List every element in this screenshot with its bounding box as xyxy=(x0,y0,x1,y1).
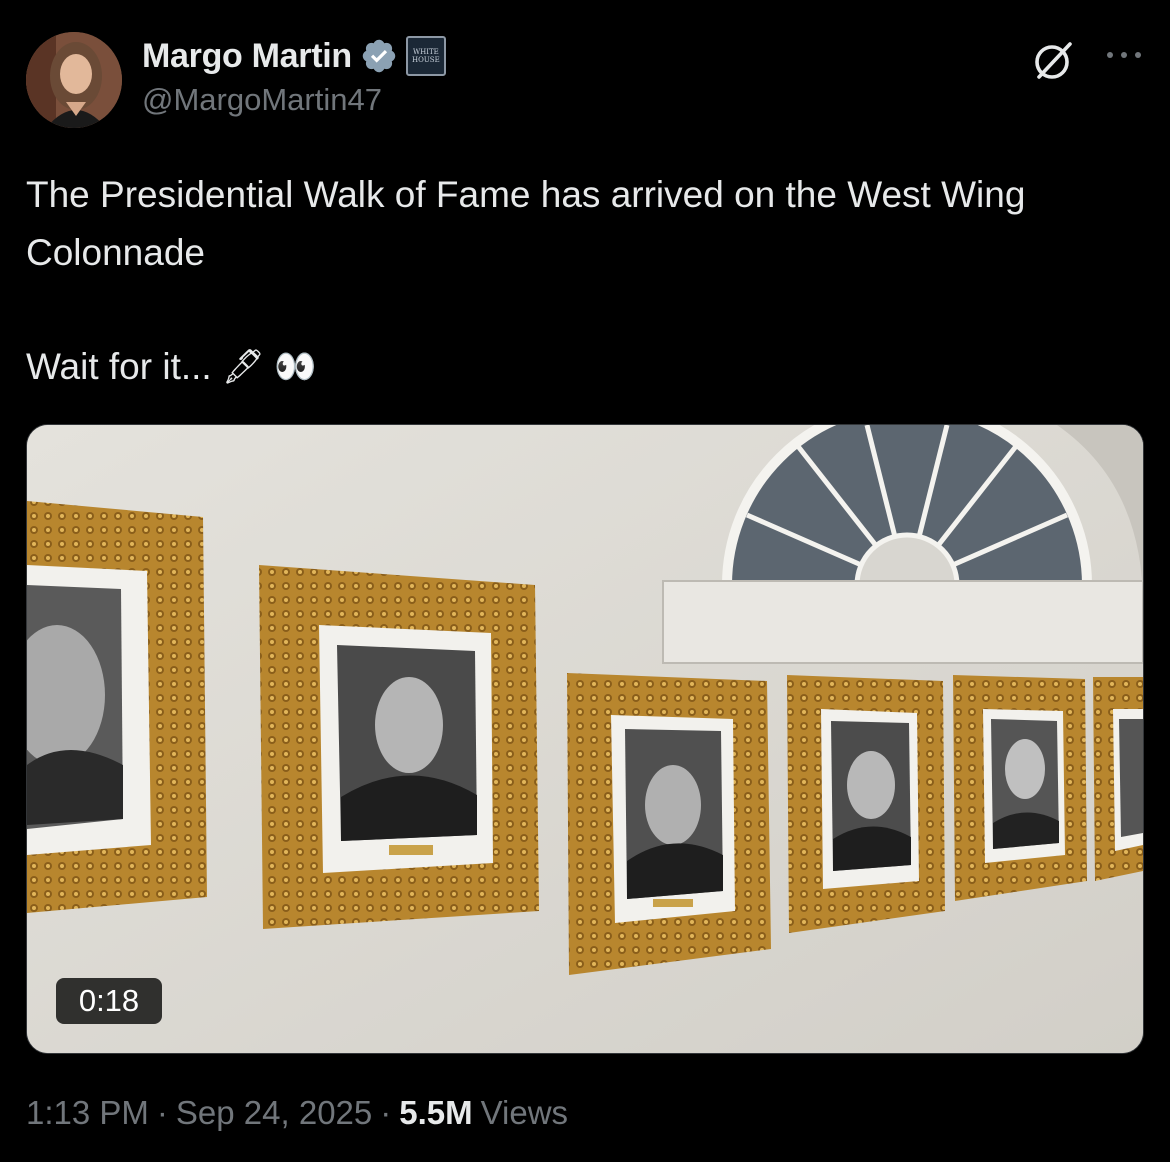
tweet-meta: 1:13 PM · Sep 24, 2025 · 5.5M Views xyxy=(26,1094,568,1132)
affiliation-badge[interactable]: WHITE HOUSE xyxy=(405,36,446,76)
meta-separator: · xyxy=(380,1094,392,1131)
portrait-frame-1 xyxy=(27,501,207,913)
tweet-text: The Presidential Walk of Fame has arrive… xyxy=(26,174,1036,273)
portrait-frame-3 xyxy=(567,673,771,975)
tweet-text-line2: Wait for it... 🖋 👀 xyxy=(26,338,1136,396)
tweet-date[interactable]: Sep 24, 2025 xyxy=(176,1094,372,1132)
affiliation-badge-label: WHITE HOUSE xyxy=(412,48,440,64)
portrait-frame-5 xyxy=(953,675,1087,901)
tweet-emoji: 🖋 👀 xyxy=(221,348,317,386)
meta-separator: · xyxy=(156,1094,168,1131)
video-duration-badge: 0:18 xyxy=(56,978,162,1024)
tweet-time[interactable]: 1:13 PM xyxy=(26,1094,149,1132)
tweet-text-wait: Wait for it... xyxy=(26,346,212,387)
avatar-image xyxy=(26,32,122,128)
views-count[interactable]: 5.5M xyxy=(399,1094,472,1132)
grok-icon[interactable] xyxy=(1030,36,1078,84)
portrait-frame-6 xyxy=(1093,677,1143,881)
verified-badge-icon[interactable] xyxy=(360,37,398,75)
more-options-icon[interactable] xyxy=(1100,40,1148,70)
portrait-frame-4 xyxy=(787,675,945,933)
author-handle[interactable]: @MargoMartin47 xyxy=(142,82,382,118)
author-name[interactable]: Margo Martin xyxy=(142,37,352,76)
portrait-frame-2 xyxy=(259,565,539,929)
video-player[interactable] xyxy=(26,424,1144,1054)
views-label: Views xyxy=(480,1094,569,1131)
avatar[interactable] xyxy=(26,32,122,128)
video-thumbnail xyxy=(27,425,1143,1053)
author-name-row: Margo Martin WHITE HOUSE xyxy=(142,34,446,78)
